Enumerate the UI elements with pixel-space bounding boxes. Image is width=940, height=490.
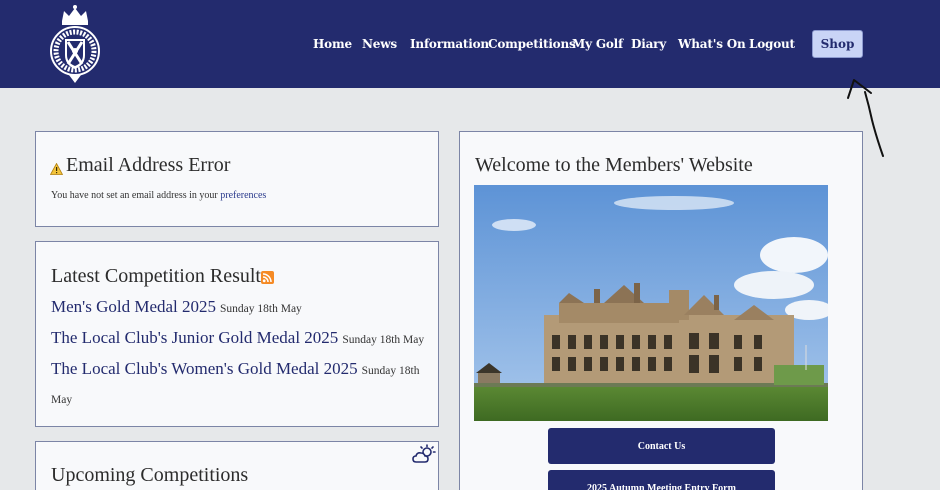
result-link[interactable]: The Local Club's Women's Gold Medal 2025 xyxy=(51,359,358,378)
weather-icon[interactable] xyxy=(412,444,436,464)
email-error-card: Email Address Error You have not set an … xyxy=(35,131,439,227)
result-item: The Local Club's Junior Gold Medal 2025 … xyxy=(51,324,436,354)
nav-information[interactable]: Information xyxy=(410,37,489,51)
contact-us-button[interactable]: Contact Us xyxy=(548,428,775,464)
nav-diary[interactable]: Diary xyxy=(631,37,666,51)
email-error-title: Email Address Error xyxy=(66,154,231,176)
nav-whats-on[interactable]: What's On xyxy=(678,37,746,51)
main-nav: Home News Information Competitions My Go… xyxy=(0,0,940,88)
nav-logout[interactable]: Logout xyxy=(749,37,795,51)
result-item: The Local Club's Women's Gold Medal 2025… xyxy=(51,355,436,414)
nav-news[interactable]: News xyxy=(362,37,397,51)
latest-results-card: Latest Competition Result Men's Gold Med… xyxy=(35,241,439,427)
upcoming-competitions-card: Upcoming Competitions xyxy=(35,441,439,490)
nav-competitions[interactable]: Competitions xyxy=(488,37,576,51)
warning-icon xyxy=(50,163,63,175)
welcome-title: Welcome to the Members' Website xyxy=(475,154,753,176)
shop-button[interactable]: Shop xyxy=(812,30,863,58)
result-link[interactable]: Men's Gold Medal 2025 xyxy=(51,297,216,316)
upcoming-title: Upcoming Competitions xyxy=(51,464,249,486)
result-date: Sunday 18th May xyxy=(342,334,425,346)
nav-my-golf[interactable]: My Golf xyxy=(572,37,623,51)
clubhouse-photo xyxy=(474,185,828,421)
result-date: Sunday 18th May xyxy=(220,303,302,315)
latest-results-title: Latest Competition Result xyxy=(51,265,261,287)
nav-home[interactable]: Home xyxy=(313,37,352,51)
email-error-text: You have not set an email address in you… xyxy=(51,190,221,201)
autumn-meeting-entry-button[interactable]: 2025 Autumn Meeting Entry Form xyxy=(548,470,775,490)
email-error-message: You have not set an email address in you… xyxy=(51,190,266,201)
preferences-link[interactable]: preferences xyxy=(220,190,266,201)
rss-feed-icon[interactable] xyxy=(261,271,274,284)
site-header: Home News Information Competitions My Go… xyxy=(0,0,940,88)
result-item: Men's Gold Medal 2025 Sunday 18th May xyxy=(51,293,436,323)
result-link[interactable]: The Local Club's Junior Gold Medal 2025 xyxy=(51,328,338,347)
